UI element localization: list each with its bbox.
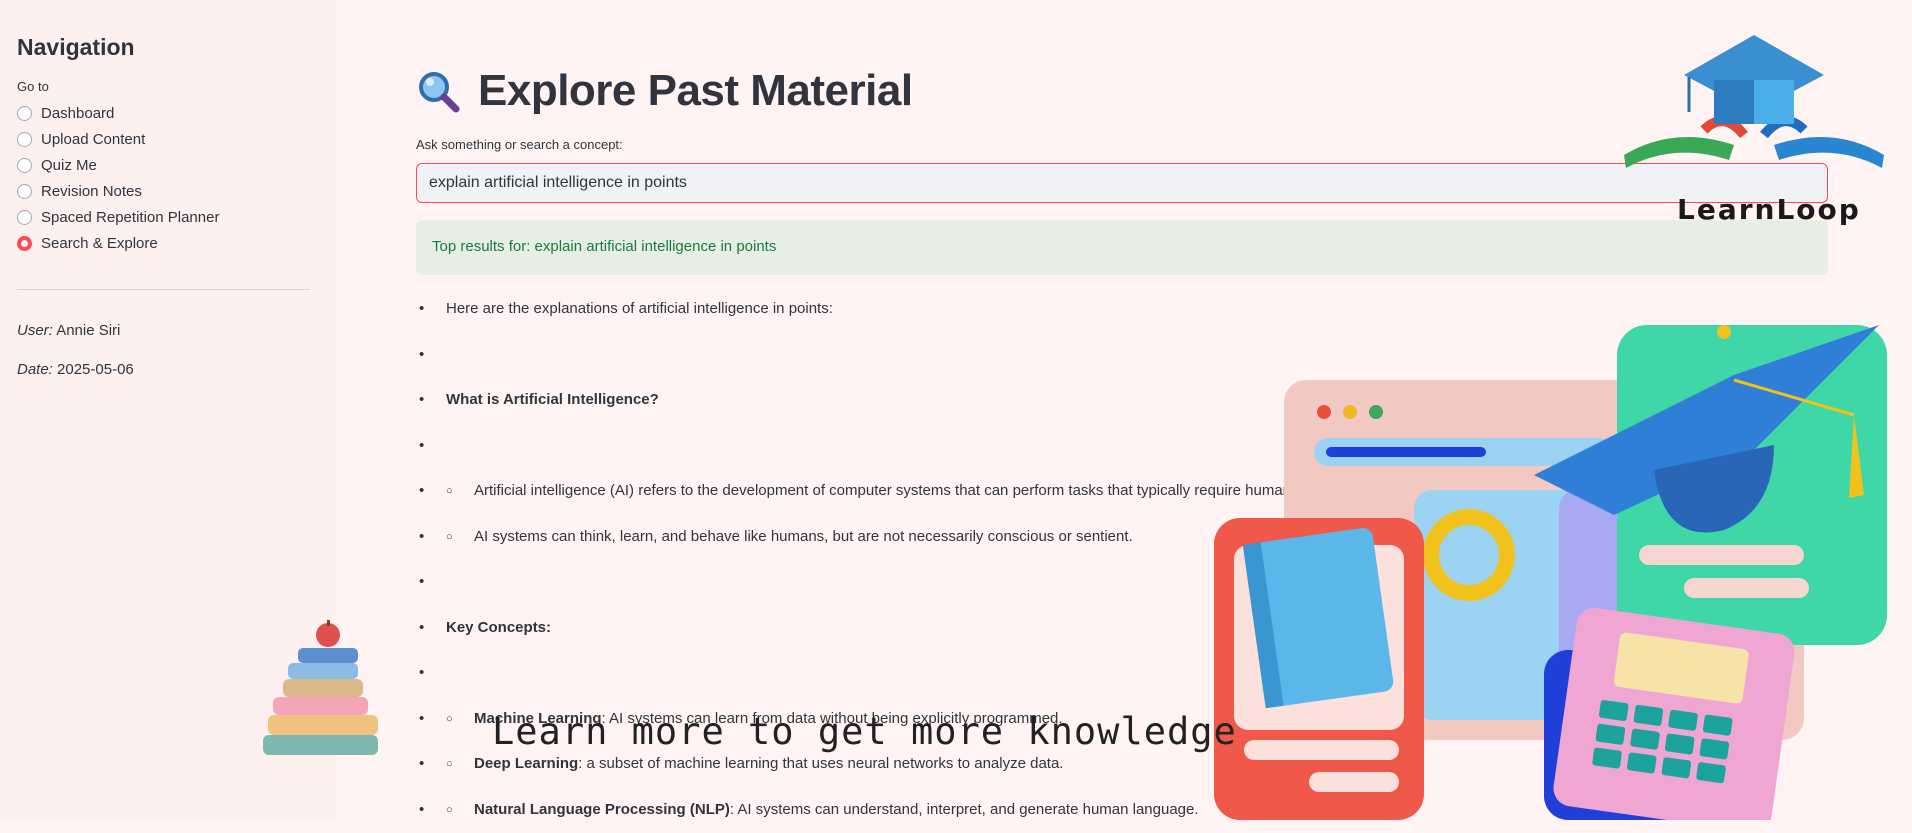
- nav-option-quiz-me[interactable]: Quiz Me: [17, 152, 319, 178]
- user-label: User:: [17, 322, 53, 339]
- magnifying-glass-icon: [419, 72, 460, 113]
- radio-button-selected[interactable]: [17, 235, 32, 251]
- radio-button[interactable]: [17, 131, 32, 147]
- nav-option-revision-notes[interactable]: Revision Notes: [17, 178, 319, 204]
- bullet: •: [419, 482, 425, 499]
- bullet: •: [419, 527, 425, 545]
- user-info: User: Annie Siri: [17, 322, 319, 339]
- education-illustration-icon: [1214, 325, 1887, 820]
- date-label: Date:: [17, 361, 53, 378]
- sub-bullet: ○: [446, 758, 453, 770]
- book-stack-icon: [263, 620, 378, 755]
- goto-label: Go to: [17, 79, 49, 94]
- nav-option-label: Revision Notes: [41, 182, 142, 200]
- bullet: •: [419, 573, 425, 590]
- radio-button[interactable]: [17, 105, 32, 121]
- sub-bullet: ○: [446, 712, 453, 725]
- definition: : AI systems can understand, interpret, …: [729, 800, 1199, 818]
- bullet: •: [419, 618, 425, 636]
- nav-option-label: Search & Explore: [41, 234, 158, 252]
- user-value: Annie Siri: [56, 322, 121, 339]
- nav-option-label: Upload Content: [41, 130, 146, 148]
- nav-option-label: Dashboard: [41, 104, 115, 122]
- list-item-text: What is Artificial Intelligence?: [446, 391, 659, 408]
- nav-option-search-explore[interactable]: Search & Explore: [17, 230, 319, 256]
- tagline-text: Learn more to get more knowledge: [492, 710, 1237, 753]
- bullet: •: [419, 436, 425, 454]
- bullet: •: [419, 300, 425, 317]
- nav-option-label: Quiz Me: [41, 156, 97, 174]
- nav-radio-group: Dashboard Upload Content Quiz Me Revisio…: [17, 100, 319, 256]
- bullet: •: [419, 664, 425, 681]
- bullet: •: [419, 800, 425, 818]
- bullet: •: [419, 755, 425, 772]
- nav-option-upload-content[interactable]: Upload Content: [17, 126, 319, 152]
- nav-option-dashboard[interactable]: Dashboard: [17, 100, 319, 126]
- bullet: •: [419, 709, 425, 727]
- term: Deep Learning: [474, 755, 579, 772]
- list-item-text: Here are the explanations of artificial …: [446, 300, 833, 317]
- radio-button[interactable]: [17, 183, 32, 199]
- list-item-text: Key Concepts:: [446, 618, 552, 636]
- logo-text: LearnLoop: [1677, 193, 1861, 226]
- search-input-label: Ask something or search a concept:: [416, 137, 623, 152]
- page-title-text: Explore Past Material: [478, 66, 913, 115]
- sidebar-divider: [17, 289, 310, 290]
- nav-option-label: Spaced Repetition Planner: [41, 208, 220, 226]
- sidebar-title: Navigation: [17, 34, 135, 60]
- page-title: Explore Past Material: [416, 66, 913, 116]
- definition: : a subset of machine learning that uses…: [578, 755, 1064, 772]
- nav-option-spaced-repetition-planner[interactable]: Spaced Repetition Planner: [17, 204, 319, 230]
- list-item-text: AI systems can think, learn, and behave …: [474, 527, 1133, 545]
- date-value: 2025-05-06: [57, 361, 134, 378]
- list-item-text: Natural Language Processing (NLP): AI sy…: [474, 787, 1199, 833]
- sub-bullet: ○: [446, 530, 453, 543]
- bullet: •: [419, 345, 425, 363]
- term: Natural Language Processing (NLP): [474, 800, 730, 818]
- radio-button[interactable]: [17, 209, 32, 225]
- sub-bullet: ○: [446, 803, 453, 816]
- date-info: Date: 2025-05-06: [17, 361, 319, 378]
- radio-button[interactable]: [17, 157, 32, 173]
- bullet: •: [419, 391, 425, 408]
- sub-bullet: ○: [446, 485, 453, 497]
